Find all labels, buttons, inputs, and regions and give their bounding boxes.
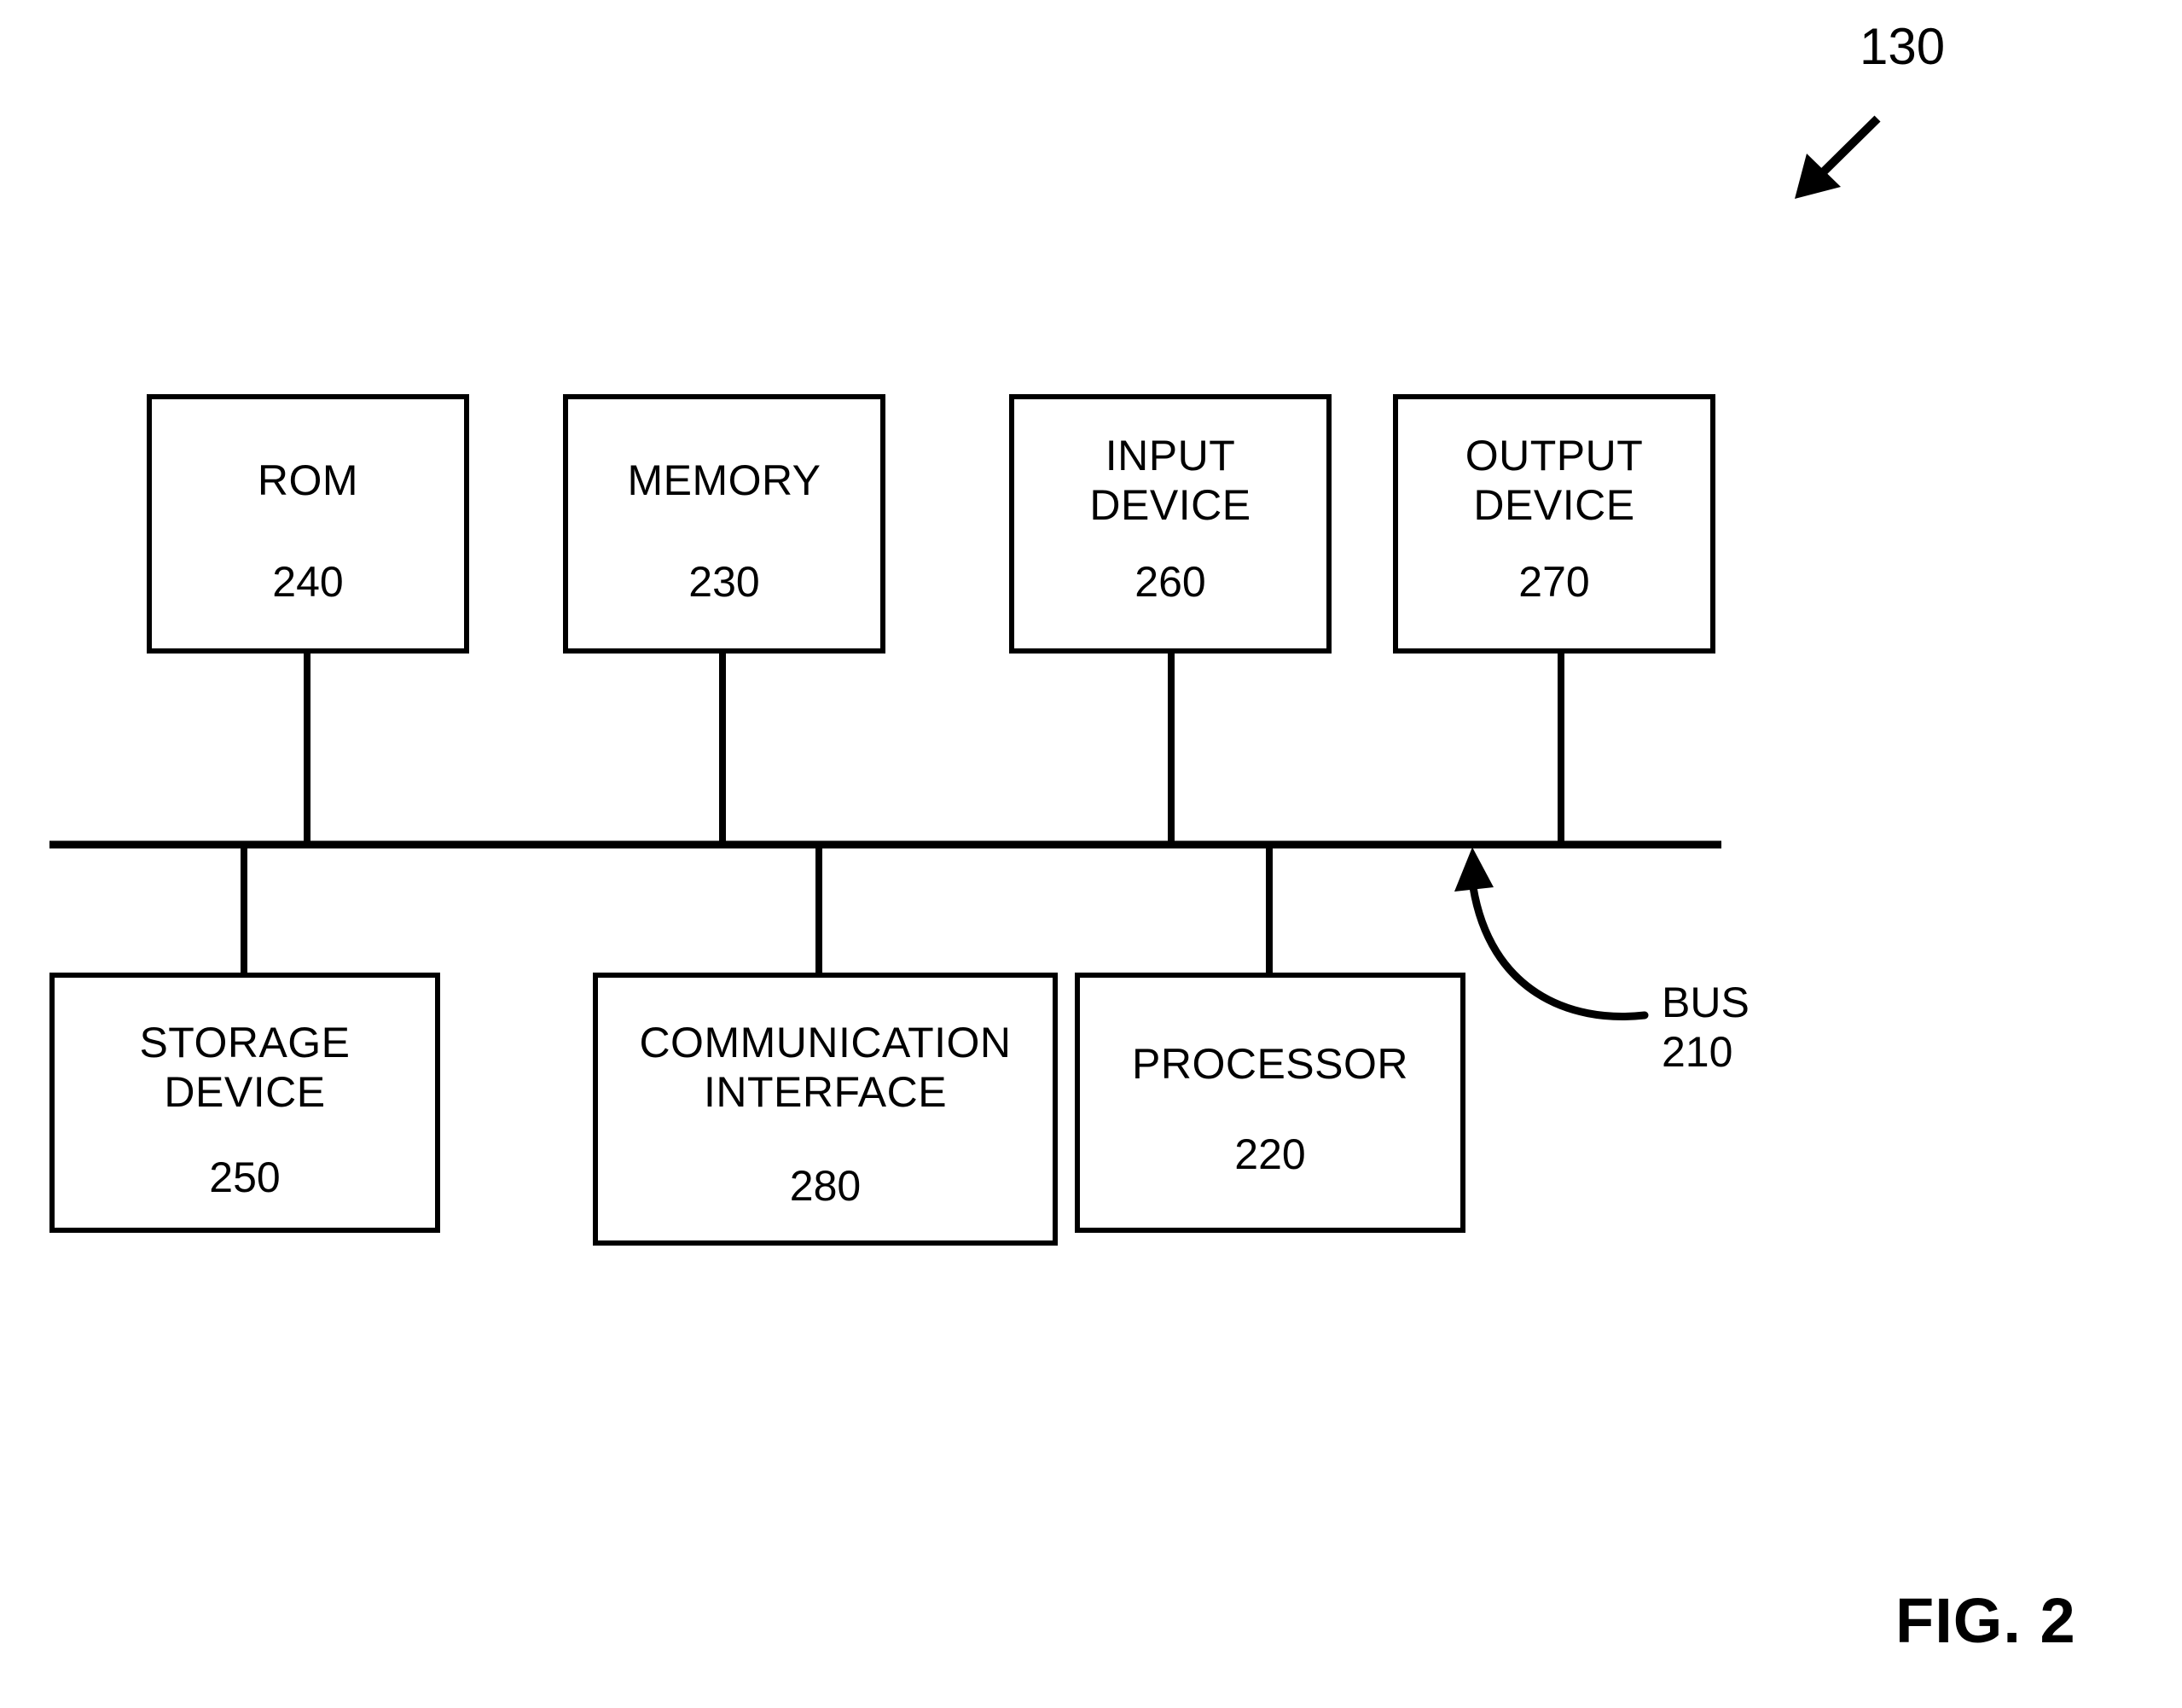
figure-caption: FIG. 2 <box>1895 1585 2076 1656</box>
bus-label-text: BUS <box>1662 979 1750 1026</box>
node-memory[interactable]: MEMORY 230 <box>563 394 885 654</box>
node-processor-ref: 220 <box>1234 1130 1306 1178</box>
node-communication-interface[interactable]: COMMUNICATION INTERFACE 280 <box>593 973 1058 1246</box>
node-output-device-title: OUTPUT DEVICE <box>1465 432 1644 529</box>
node-memory-title: MEMORY <box>627 456 821 504</box>
node-storage-device-ref: 250 <box>209 1153 281 1201</box>
node-communication-interface-title: COMMUNICATION INTERFACE <box>639 1019 1012 1116</box>
node-memory-ref: 230 <box>688 558 760 606</box>
bus-leader-curve <box>1469 883 1649 1020</box>
node-rom-ref: 240 <box>272 558 344 606</box>
node-output-device-ref: 270 <box>1518 558 1590 606</box>
node-communication-interface-ref: 280 <box>789 1162 862 1210</box>
node-storage-device[interactable]: STORAGE DEVICE 250 <box>49 973 440 1233</box>
bus-label-ref: 210 <box>1662 1028 1733 1076</box>
node-input-device[interactable]: INPUT DEVICE 260 <box>1009 394 1332 654</box>
node-processor[interactable]: PROCESSOR 220 <box>1075 973 1465 1233</box>
node-rom[interactable]: ROM 240 <box>147 394 469 654</box>
system-ref-leader-line <box>1814 115 1881 181</box>
node-input-device-title: INPUT DEVICE <box>1089 432 1251 529</box>
figure-diagram-canvas <box>49 115 1881 1020</box>
system-reference-130: 130 <box>1860 18 1946 75</box>
bus-label-group: BUS 210 <box>1662 978 1750 1077</box>
node-processor-title: PROCESSOR <box>1131 1040 1408 1088</box>
node-output-device[interactable]: OUTPUT DEVICE 270 <box>1393 394 1715 654</box>
node-storage-device-title: STORAGE DEVICE <box>139 1019 351 1116</box>
node-input-device-ref: 260 <box>1135 558 1206 606</box>
node-rom-title: ROM <box>257 456 359 504</box>
bus-leader-arrowhead <box>1454 847 1494 892</box>
